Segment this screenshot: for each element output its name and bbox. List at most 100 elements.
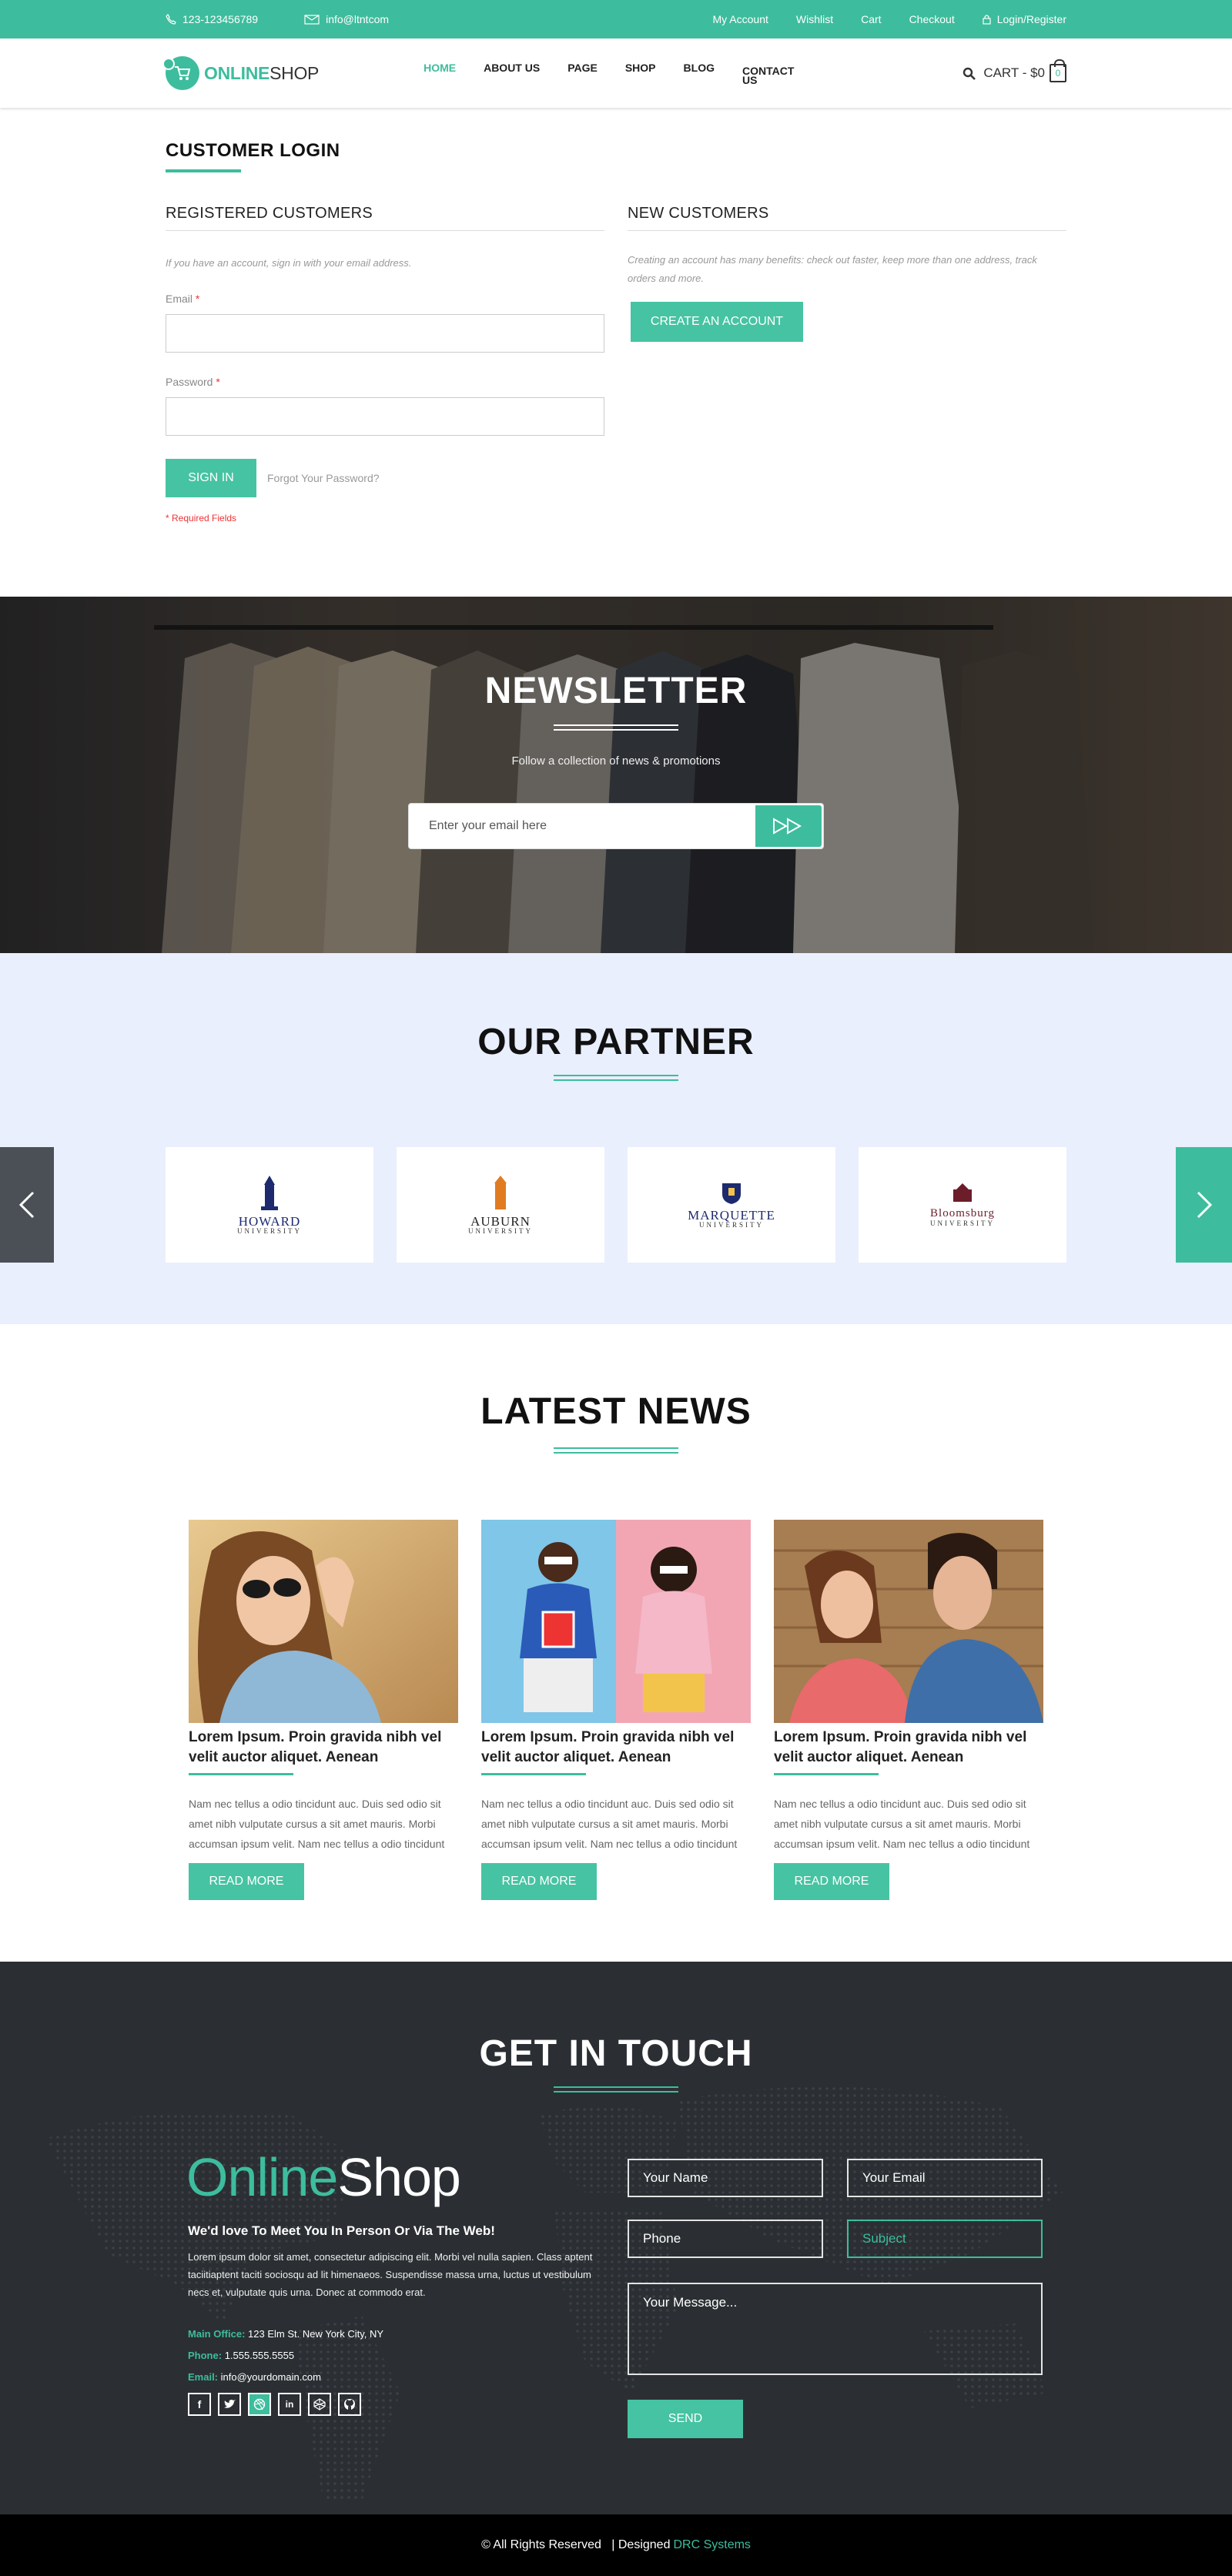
latest-news-section: LATEST NEWS Lorem Ipsum. Proin gravida n… (0, 1324, 1232, 1962)
tower-emblem-icon (494, 1175, 507, 1209)
logo-text-shop: SHOP (270, 62, 320, 83)
registered-note: If you have an account, sign in with you… (166, 257, 412, 269)
clothing-rack-background-image (0, 597, 1232, 953)
my-account-link[interactable]: My Account (713, 13, 768, 25)
carousel-prev-button[interactable] (0, 1147, 54, 1263)
main-header: ONLINE SHOP HOME ABOUT US PAGE SHOP BLOG … (0, 38, 1232, 108)
wishlist-link[interactable]: Wishlist (796, 13, 833, 25)
password-label-text: Password (166, 376, 213, 388)
double-play-icon (773, 818, 802, 835)
github-icon[interactable] (338, 2393, 361, 2416)
email-field[interactable] (166, 314, 604, 353)
partner-name: Bloomsburg (930, 1206, 995, 1219)
email-value: info@yourdomain.com (220, 2371, 321, 2383)
read-more-button[interactable]: READ MORE (774, 1863, 889, 1900)
news-card-body: Nam nec tellus a odio tincidunt auc. Dui… (189, 1798, 445, 1850)
checkout-link[interactable]: Checkout (909, 13, 955, 25)
office-label: Main Office: (188, 2328, 246, 2340)
partner-logo-marquette[interactable]: MARQUETTE UNIVERSITY (628, 1147, 835, 1263)
header-cart[interactable]: CART - $0 0 (962, 59, 1066, 82)
contact-tagline: We'd love To Meet You In Person Or Via T… (188, 2223, 495, 2238)
dribbble-icon[interactable] (248, 2393, 271, 2416)
shield-emblem-icon (722, 1183, 741, 1204)
news-card-title[interactable]: Lorem Ipsum. Proin gravida nibh vel veli… (774, 1728, 1043, 1775)
partner-logo-howard[interactable]: HOWARD UNIVERSITY (166, 1147, 373, 1263)
newsletter-section: NEWSLETTER Follow a collection of news &… (0, 597, 1232, 953)
required-asterisk: * (216, 376, 220, 388)
tower-emblem-icon (261, 1175, 278, 1210)
news-card-title[interactable]: Lorem Ipsum. Proin gravida nibh vel veli… (189, 1728, 458, 1775)
building-emblem-icon (953, 1183, 972, 1202)
designer-link[interactable]: DRC Systems (673, 2538, 750, 2552)
create-account-button[interactable]: CREATE AN ACCOUNT (631, 302, 803, 342)
newsletter-form: Enter your email here (408, 803, 824, 849)
nav-about-us[interactable]: ABOUT US (484, 62, 540, 85)
codepen-icon[interactable] (308, 2393, 331, 2416)
contact-title: GET IN TOUCH (479, 2033, 753, 2074)
phone-label: Phone: (188, 2350, 223, 2361)
read-more-button[interactable]: READ MORE (189, 1863, 304, 1900)
news-card-title[interactable]: Lorem Ipsum. Proin gravida nibh vel veli… (481, 1728, 751, 1775)
phone-field[interactable]: Phone (628, 2220, 823, 2258)
read-more-button[interactable]: READ MORE (481, 1863, 597, 1900)
lock-icon (983, 15, 991, 25)
site-logo[interactable]: ONLINE SHOP (162, 56, 320, 90)
nav-blog[interactable]: BLOG (684, 62, 715, 85)
new-customers-heading: NEW CUSTOMERS (628, 205, 1066, 231)
login-register-link[interactable]: Login/Register (983, 13, 1066, 25)
facebook-icon[interactable]: f (188, 2393, 211, 2416)
office-value: 123 Elm St. New York City, NY (248, 2328, 384, 2340)
carousel-next-button[interactable] (1176, 1147, 1232, 1263)
couple-denim-image[interactable] (774, 1520, 1043, 1723)
message-field[interactable]: Your Message... (628, 2283, 1043, 2375)
cart-count: 0 (1055, 68, 1061, 79)
mail-icon (304, 14, 320, 25)
registered-customers-heading: REGISTERED CUSTOMERS (166, 205, 604, 231)
twitter-icon[interactable] (218, 2393, 241, 2416)
cart-logo-icon (162, 56, 199, 90)
get-in-touch-section: GET IN TOUCH OnlineShop We'd love To Mee… (0, 1962, 1232, 2514)
send-button[interactable]: SEND (628, 2400, 743, 2438)
registered-customers-panel: REGISTERED CUSTOMERS If you have an acco… (166, 205, 604, 524)
top-bar: 123-123456789 info@ltntcom My Account Wi… (0, 0, 1232, 38)
newsletter-subtitle: Follow a collection of news & promotions (511, 754, 721, 768)
nav-contact-us[interactable]: CONTACT US (742, 65, 796, 85)
couple-3d-glasses-image[interactable] (481, 1520, 751, 1723)
name-field[interactable]: Your Name (628, 2159, 823, 2197)
phone-value: 1.555.555.5555 (224, 2350, 295, 2361)
email-text: info@ltntcom (326, 13, 390, 25)
linkedin-icon[interactable]: in (278, 2393, 301, 2416)
contact-logo-shop: Shop (337, 2147, 460, 2207)
email-info-footer: Email: info@yourdomain.com (188, 2371, 321, 2383)
cart-link[interactable]: Cart (861, 13, 881, 25)
subject-field[interactable]: Subject (847, 2220, 1043, 2258)
news-card: Lorem Ipsum. Proin gravida nibh vel veli… (774, 1520, 1043, 1900)
partner-logo-bloomsburg[interactable]: Bloomsburg UNIVERSITY (859, 1147, 1066, 1263)
newsletter-title: NEWSLETTER (484, 671, 748, 711)
email-info: info@ltntcom (304, 13, 412, 25)
partner-logo-auburn[interactable]: AUBURN UNIVERSITY (397, 1147, 604, 1263)
woman-sunglasses-image[interactable] (189, 1520, 458, 1723)
email-label: Email * (166, 293, 604, 305)
news-title: LATEST NEWS (480, 1391, 752, 1432)
password-field[interactable] (166, 397, 604, 436)
sign-in-button[interactable]: SIGN IN (166, 459, 256, 497)
news-card: Lorem Ipsum. Proin gravida nibh vel veli… (481, 1520, 751, 1900)
title-underline (554, 2086, 678, 2093)
newsletter-submit-button[interactable] (755, 805, 822, 847)
required-fields-note: * Required Fields (166, 513, 237, 524)
newsletter-email-input[interactable]: Enter your email here (409, 819, 755, 833)
new-customers-panel: NEW CUSTOMERS Creating an account has ma… (628, 205, 1066, 524)
cart-bag-icon: 0 (1050, 59, 1066, 82)
contact-email-field[interactable]: Your Email (847, 2159, 1043, 2197)
nav-home[interactable]: HOME (424, 62, 456, 85)
title-underline (554, 1447, 678, 1454)
chevron-right-icon (1197, 1191, 1212, 1219)
nav-page[interactable]: PAGE (567, 62, 598, 85)
phone-text: 123-123456789 (182, 13, 259, 25)
search-icon[interactable] (962, 67, 976, 80)
email-label-text: Email (166, 293, 193, 305)
forgot-password-link[interactable]: Forgot Your Password? (267, 472, 380, 484)
title-underline (554, 724, 678, 731)
nav-shop[interactable]: SHOP (625, 62, 656, 85)
